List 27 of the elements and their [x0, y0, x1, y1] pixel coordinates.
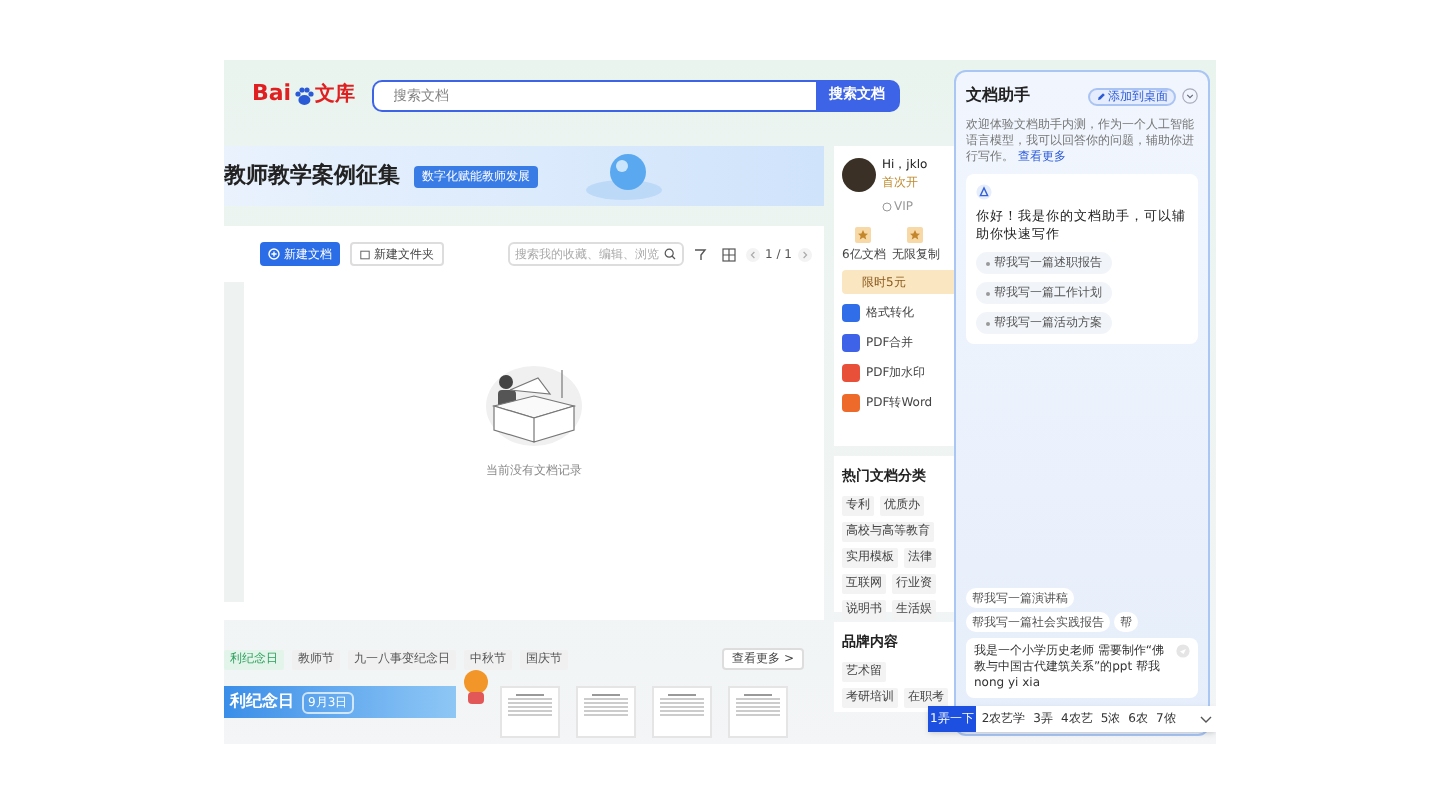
plus-icon [268, 248, 280, 260]
document-thumbnail[interactable] [652, 686, 712, 738]
grid-view-icon[interactable] [721, 247, 736, 261]
logo-text: 文库 [315, 80, 356, 110]
logo-text: Bai [252, 78, 292, 111]
perk-icon [906, 226, 925, 244]
perk-icon [854, 226, 873, 244]
document-thumbnail[interactable] [728, 686, 788, 738]
avatar[interactable] [842, 157, 876, 191]
mascot-icon [460, 666, 492, 706]
previous-page-icon[interactable] [745, 247, 760, 261]
send-icon [1176, 644, 1190, 658]
assistant-title: 文档助手 [966, 84, 1030, 108]
paw-icon [293, 85, 314, 105]
folder-icon [360, 249, 370, 259]
next-page-icon[interactable] [798, 247, 812, 261]
document-thumbnail[interactable] [500, 686, 560, 738]
vip-icon [882, 202, 892, 212]
feature-card-title: 利纪念日 [230, 690, 294, 714]
search-icon [663, 248, 676, 260]
document-thumbnail[interactable] [576, 686, 636, 738]
pencil-icon [1096, 91, 1106, 101]
collapse-icon[interactable] [1182, 88, 1198, 104]
assistant-icon [976, 184, 992, 200]
chevron-down-icon[interactable] [1200, 715, 1212, 723]
crystal-ball-icon [584, 150, 664, 202]
banner-title: 教师教学案例征集 [224, 159, 400, 192]
